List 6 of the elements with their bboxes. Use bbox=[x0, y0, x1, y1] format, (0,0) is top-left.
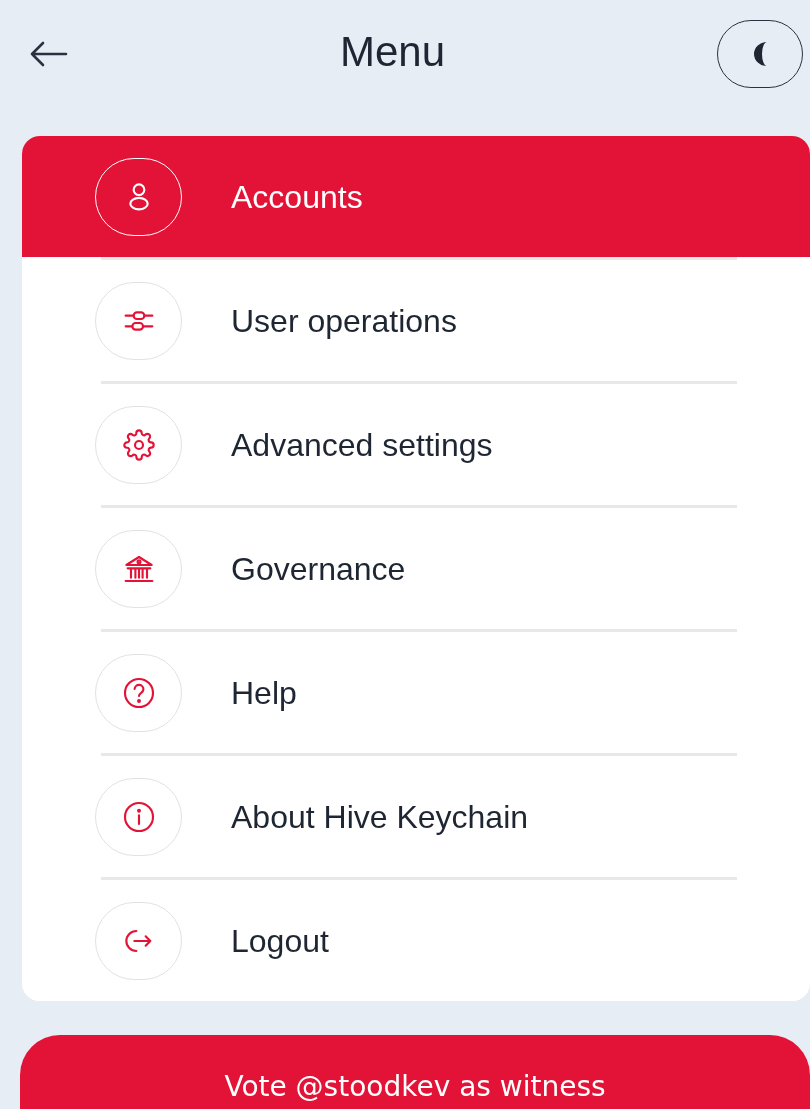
back-button[interactable] bbox=[30, 41, 68, 67]
menu-item[interactable]: Accounts bbox=[22, 136, 810, 257]
moon-icon bbox=[752, 41, 768, 67]
page-title: Menu bbox=[339, 31, 446, 73]
vote-witness-button[interactable]: Vote @stoodkev as witness bbox=[20, 1035, 810, 1109]
back-arrow-icon bbox=[30, 41, 68, 67]
